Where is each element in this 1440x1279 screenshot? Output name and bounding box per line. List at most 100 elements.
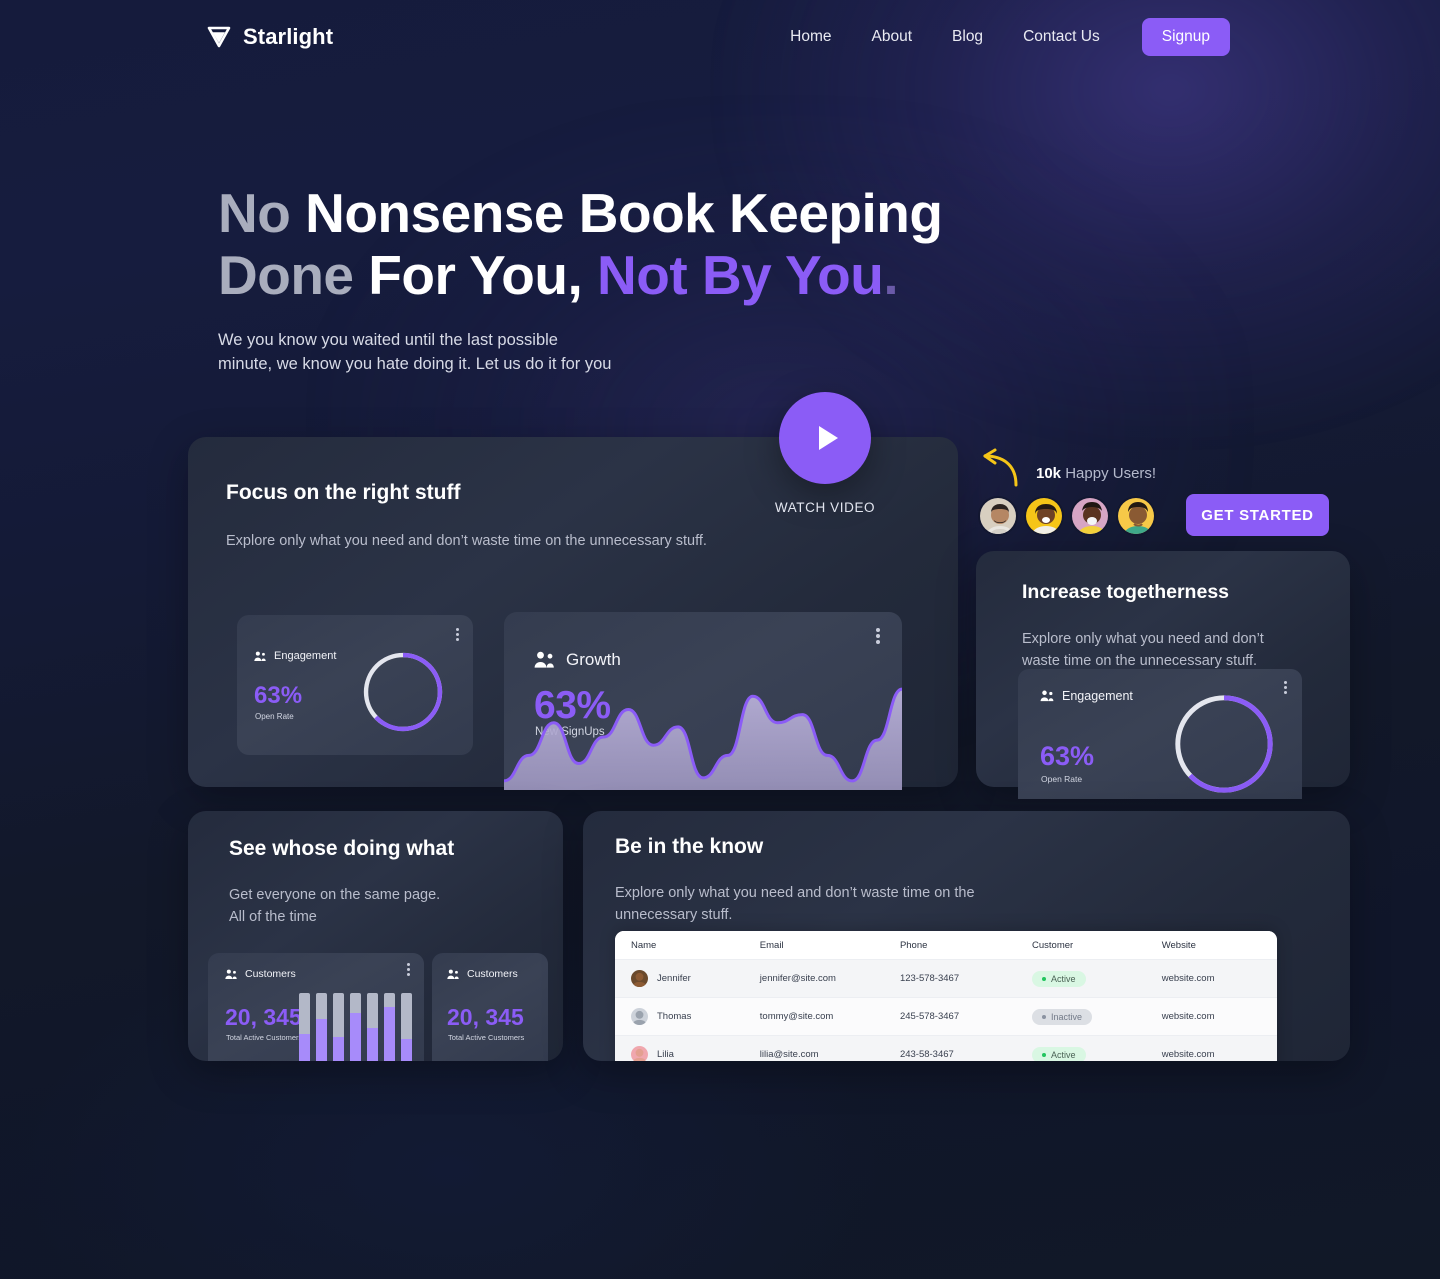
growth-card-label: Growth [566,650,621,669]
bar-fill [367,1028,378,1061]
hero-headline: No Nonsense Book Keeping Done For You, N… [218,182,978,306]
headline-period: . [883,244,899,306]
table-row[interactable]: Jennifer jennifer@site.com 123-578-3467 Act… [615,959,1277,998]
avatar [631,1046,648,1061]
avatar-3 [1070,496,1110,536]
kebab-menu-icon[interactable] [876,628,880,644]
customer-name: Thomas [657,1011,692,1022]
cell-name: Lilia [615,1035,760,1061]
bar-fill [384,1006,395,1061]
customers2-card-value: 20, 345 [447,1004,524,1030]
customers2-card-header: Customers [447,968,518,980]
avatar-2 [1024,496,1064,536]
focus-card-subtitle: Explore only what you need and don’t was… [226,533,707,549]
see-card-subtitle: Get everyone on the same page. All of th… [229,884,440,928]
bar-fill [401,1039,412,1061]
headline-part-2: Nonsense Book Keeping [305,182,943,244]
engagement-stat-card-secondary: Engagement 63% Open Rate [1018,669,1302,799]
status-dot-icon [1042,976,1046,981]
signup-button[interactable]: Signup [1141,18,1230,56]
bar-track [350,993,361,1061]
bar-track [333,993,344,1061]
cell-phone: 243-58-3467 [899,1035,1032,1061]
people-icon [254,651,266,661]
avatar-1 [978,496,1018,536]
happy-users-label: Happy Users! [1065,465,1157,482]
kebab-menu-icon[interactable] [407,963,410,976]
status-label: Active [1051,1049,1076,1060]
customers-card-header: Customers [225,968,296,980]
customers2-card-caption: Total Active Customers [448,1033,525,1042]
kebab-menu-icon[interactable] [456,628,459,641]
engagement-card-value: 63% [254,682,303,709]
customers-bar-chart [299,993,412,1061]
avatar-4 [1116,496,1156,536]
togetherness-card-title: Increase togetherness [1022,581,1230,603]
customers-card-caption: Total Active Customers [226,1033,303,1042]
brand-logo[interactable]: Starlight [206,24,333,50]
bar-fill [333,1037,344,1061]
get-started-button[interactable]: GET STARTED [1186,494,1329,536]
bar-fill [350,1013,361,1061]
column-header-email: Email [759,931,900,960]
bar-track [401,993,412,1061]
headline-part-5: Not By You [597,244,884,306]
nav-link-about[interactable]: About [852,22,933,52]
nav-link-contact-us[interactable]: Contact Us [1003,22,1120,52]
people-icon [447,969,459,979]
table-header-row: Name Email Phone Customer Website [615,931,1277,960]
table-row[interactable]: Thomas tommy@site.com 245-578-3467 Inactive… [615,997,1277,1036]
engagement-card-header: Engagement [254,650,336,662]
headline-part-3: Done [218,244,369,306]
cell-status: Active [1032,1035,1162,1061]
column-header-customer: Customer [1032,931,1162,960]
status-badge: Active [1032,1046,1086,1061]
customers2-card-label: Customers [467,968,518,980]
headline-part-4: For You, [368,244,598,306]
customers-table: Name Email Phone Customer Website Jennif… [615,931,1277,1061]
table-row[interactable]: Lilia lilia@site.com 243-58-3467 Active webs… [615,1035,1277,1061]
growth-area-chart [504,680,902,790]
landing-page: Starlight Home About Blog Contact Us Sig… [0,0,1440,1279]
table-body: Jennifer jennifer@site.com 123-578-3467 Act… [615,959,1277,1061]
happy-users-count: 10k [1036,465,1066,482]
happy-users-text: 10k Happy Users! [1036,465,1156,482]
status-dot-icon [1042,1052,1046,1057]
customers-stat-card-secondary: Customers 20, 345 Total Active Customers [432,953,548,1061]
bar-fill [316,1018,327,1061]
growth-stat-card: Growth 63% New SignUps [504,612,902,790]
avatar-group [978,496,1162,536]
bar-track [316,993,327,1061]
status-badge: Active [1032,970,1086,987]
engagement-donut-chart [363,652,443,732]
main-navigation: Home About Blog Contact Us Signup [770,18,1230,56]
hero-subtitle-line-1: We you know you waited until the last po… [218,331,558,349]
togetherness-card-subtitle: Explore only what you need and don’t was… [1022,631,1264,669]
hero-subtitle: We you know you waited until the last po… [218,328,978,376]
engagement-card-caption: Open Rate [255,712,294,721]
play-button[interactable] [779,392,871,484]
curved-arrow-left-icon [983,448,1018,487]
nav-link-blog[interactable]: Blog [932,22,1003,52]
customers-stat-card: Customers 20, 345 Total Active Customers [208,953,424,1061]
avatar [631,1008,648,1025]
know-card-subtitle: Explore only what you need and don’t was… [615,882,1035,926]
see-card-subtitle-line-2: All of the time [229,909,317,925]
avatar [631,970,648,987]
brand-name: Starlight [243,24,334,49]
status-label: Inactive [1051,1011,1083,1022]
bar-fill [299,1033,310,1061]
status-dot-icon [1042,1014,1046,1019]
watch-video-control[interactable]: WATCH VIDEO [774,392,876,515]
engagement2-card-caption: Open Rate [1041,774,1083,784]
triangle-flag-icon [207,26,231,48]
customers-card-label: Customers [245,968,296,980]
hero-subtitle-line-2: minute, we know you hate doing it. Let u… [218,355,612,373]
headline-part-1: No [218,182,306,244]
kebab-menu-icon[interactable] [1284,681,1287,694]
people-icon [225,969,237,979]
cell-phone: 123-578-3467 [899,959,1032,998]
bar-track [299,993,310,1061]
customer-name: Lilia [657,1049,674,1060]
nav-link-home[interactable]: Home [770,22,851,52]
